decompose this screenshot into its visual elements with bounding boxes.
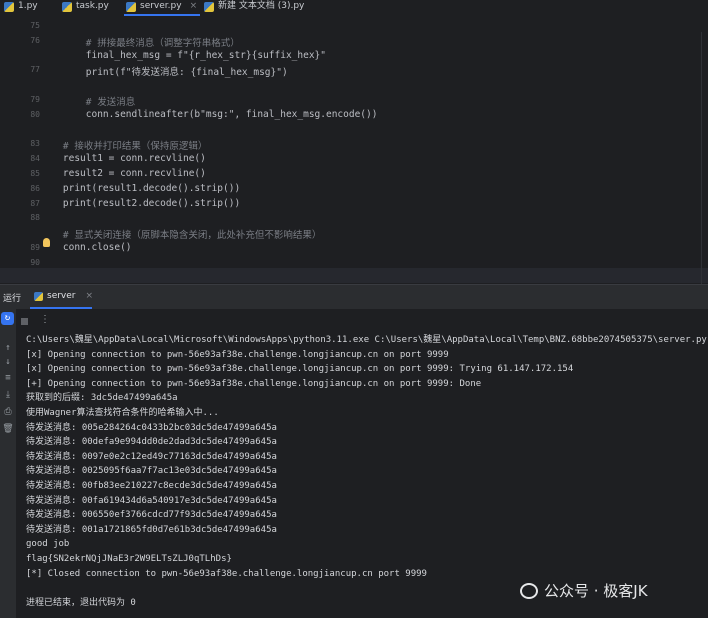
stop-icon[interactable] xyxy=(21,318,28,325)
close-icon[interactable]: × xyxy=(190,0,198,13)
console-line: C:\Users\魏星\AppData\Local\Microsoft\Wind… xyxy=(26,335,707,345)
code-line: # 显式关闭连接（原脚本隐含关闭，此处补充但不影响结果） xyxy=(40,230,322,242)
console-line: 待发送消息: 005e284264c0433b2bc03dc5de47499a6… xyxy=(26,422,277,433)
current-line-highlight xyxy=(0,268,708,283)
code-line: print(f"待发送消息: {final_hex_msg}") xyxy=(40,67,288,79)
line-number: 90 xyxy=(30,257,40,267)
tab-label: server.py xyxy=(140,1,182,11)
more-options-icon[interactable]: ⋮ xyxy=(40,314,50,325)
console-line: [*] Closed connection to pwn-56e93af38e.… xyxy=(26,568,427,579)
wechat-icon xyxy=(520,582,538,599)
trash-icon[interactable]: 🗑 xyxy=(2,424,14,434)
tab-task-py[interactable]: task.py xyxy=(62,0,118,16)
console-line: 待发送消息: 0097e0e2c12ed49c77163dc5de47499a6… xyxy=(26,451,277,462)
code-line: # 接收并打印结果（保持原逻辑） xyxy=(40,141,208,153)
code-line: # 拼接最终消息（调整字符串格式） xyxy=(40,37,240,49)
watermark-text: 公众号 · 极客JK xyxy=(544,582,648,600)
scroll-to-end-icon[interactable]: ⤓ xyxy=(2,390,14,400)
code-editor[interactable]: 75 76 # 拼接最终消息（调整字符串格式） final_hex_msg = f… xyxy=(0,16,708,286)
console-line: 获取到的后缀: 3dc5de47499a645a xyxy=(26,393,178,404)
lightbulb-icon[interactable] xyxy=(43,238,50,247)
rerun-icon[interactable]: ↻ xyxy=(1,312,14,325)
line-number: 85 xyxy=(30,169,40,178)
line-number: 84 xyxy=(30,154,40,164)
console-line: 待发送消息: 00fb83ee210227c8ecde3dc5de47499a6… xyxy=(26,480,277,491)
console-output[interactable]: C:\Users\魏星\AppData\Local\Microsoft\Wind… xyxy=(26,333,707,610)
run-tab-label: server xyxy=(47,291,76,301)
tab-server-py[interactable]: server.py × xyxy=(124,0,200,16)
console-line: [x] Opening connection to pwn-56e93af38e… xyxy=(26,349,449,360)
line-number: 88 xyxy=(30,213,40,223)
code-line: result1 = conn.recvline() xyxy=(40,153,206,165)
line-number: 86 xyxy=(30,183,40,193)
code-line: result2 = conn.recvline() xyxy=(40,168,206,179)
python-file-icon xyxy=(126,2,136,12)
line-number: 83 xyxy=(30,139,40,149)
console-line: 使用Wagner算法查找符合条件的哈希输入中... xyxy=(26,407,219,418)
line-number: 75 xyxy=(30,21,40,30)
console-line: 待发送消息: 001a1721865fd0d7e61b3dc5de47499a6… xyxy=(26,524,277,535)
soft-wrap-icon[interactable]: ≡ xyxy=(2,373,14,383)
up-arrow-icon[interactable]: ↑ xyxy=(2,343,14,353)
print-icon[interactable]: ⎙ xyxy=(2,407,14,417)
close-icon[interactable]: × xyxy=(86,291,94,301)
code-line: print(result2.decode().strip()) xyxy=(40,197,241,209)
active-run-tab-indicator xyxy=(30,307,92,309)
run-left-toolbar xyxy=(0,309,16,618)
python-file-icon xyxy=(62,2,72,12)
python-file-icon xyxy=(204,2,214,12)
console-line: flag{SN2ekrNQjJNaE3r2W9ELTsZLJ0qTLhDs} xyxy=(26,553,232,564)
line-number: 89 xyxy=(30,243,40,252)
console-line: good job xyxy=(26,539,70,550)
line-number: 79 xyxy=(30,95,40,104)
tab-1-py[interactable]: 1.py xyxy=(4,0,54,16)
code-line: conn.sendlineafter(b"msg:", final_hex_ms… xyxy=(40,108,378,120)
console-line: 待发送消息: 006550ef3766cdcd77f93dc5de47499a6… xyxy=(26,510,277,521)
python-file-icon xyxy=(34,291,43,301)
console-line: [x] Opening connection to pwn-56e93af38e… xyxy=(26,364,574,375)
console-line: 待发送消息: 0025095f6aa7f7ac13e03dc5de47499a6… xyxy=(26,466,277,477)
tab-label: task.py xyxy=(76,1,109,11)
run-toolwindow-header xyxy=(0,285,708,309)
run-panel-title: 运行 xyxy=(3,294,22,304)
line-number: 76 xyxy=(30,35,40,45)
code-line: conn.close() xyxy=(40,242,132,253)
tab-label: 1.py xyxy=(18,1,38,11)
code-line: print(result1.decode().strip()) xyxy=(40,182,241,194)
run-tab-server[interactable]: server × xyxy=(34,291,93,301)
console-line: 待发送消息: 00fa619434d6a540917e3dc5de47499a6… xyxy=(26,495,277,506)
console-line: 待发送消息: 00defa9e994dd0de2dad3dc5de47499a6… xyxy=(26,437,277,448)
editor-tab-bar: 1.py task.py server.py × 新建 文本文档 (3).py xyxy=(0,0,708,17)
down-arrow-icon[interactable]: ↓ xyxy=(2,357,14,367)
tab-label: 新建 文本文档 (3).py xyxy=(218,1,305,11)
tab-new-text-doc[interactable]: 新建 文本文档 (3).py xyxy=(204,0,314,16)
line-number: 77 xyxy=(30,65,40,75)
code-line: final_hex_msg = f"{r_hex_str}{suffix_hex… xyxy=(40,49,326,61)
line-number: 80 xyxy=(30,109,40,119)
line-number: 87 xyxy=(30,198,40,208)
python-file-icon xyxy=(4,2,14,12)
code-line: # 发送消息 xyxy=(40,97,136,108)
console-line: [+] Opening connection to pwn-56e93af38e… xyxy=(26,378,482,389)
watermark: 公众号 · 极客JK xyxy=(520,580,648,601)
editor-scrollbar[interactable] xyxy=(701,32,702,286)
